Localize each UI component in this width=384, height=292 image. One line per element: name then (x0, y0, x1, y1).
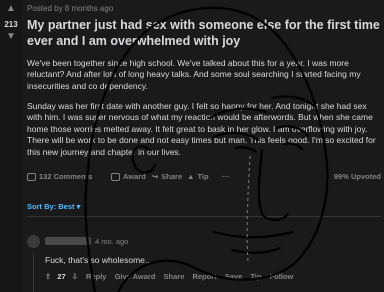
share-button[interactable]: ↪ Share (152, 172, 182, 181)
award-label: Award (123, 172, 146, 181)
comment-icon (27, 172, 36, 181)
report-button[interactable]: Report (192, 272, 216, 281)
save-button[interactable]: Save (225, 272, 243, 281)
upvote-arrow-icon[interactable]: ▲ (4, 4, 18, 14)
comment-timestamp: 4 mo. ago (95, 237, 129, 246)
award-button[interactable]: Award (111, 172, 146, 181)
redacted-username (45, 237, 91, 245)
downvote-arrow-icon[interactable]: ▼ (4, 32, 18, 42)
post-paragraph: Sunday was her first date with another g… (27, 101, 376, 157)
sort-dropdown[interactable]: Sort By: Best ▾ (27, 202, 80, 211)
post-title[interactable]: My partner just had sex with someone els… (27, 17, 381, 49)
post-meta: Posted by 8 months ago (27, 4, 114, 13)
award-icon (111, 172, 120, 181)
reply-button[interactable]: Reply (86, 272, 106, 281)
comments-label: 132 Comments (39, 172, 93, 181)
share-label: Share (161, 172, 183, 181)
share-icon: ↪ (152, 172, 159, 181)
comment-share-button[interactable]: Share (164, 272, 185, 281)
tip-icon: ▲ (187, 172, 195, 181)
divider (27, 216, 381, 217)
comment-score: 27 (57, 272, 66, 281)
post-paragraph: We've been together since high school. W… (27, 58, 361, 91)
comment-text: Fuck, that's so wholesome... (45, 255, 152, 265)
post: Posted by 8 months ago My partner just h… (27, 0, 381, 292)
post-actions: 132 Comments Award ↪ Share ▲ Tip ··· 99%… (27, 172, 381, 186)
comment-downvote-icon[interactable]: ⇩ (72, 272, 78, 281)
comment: 4 mo. ago Fuck, that's so wholesome... ⇧… (27, 228, 381, 292)
comment-upvote-icon[interactable]: ⇧ (45, 272, 51, 281)
more-options-button[interactable]: ··· (222, 172, 230, 181)
comment-tip-button[interactable]: Tip (250, 272, 261, 281)
comments-button[interactable]: 132 Comments (27, 172, 92, 181)
follow-button[interactable]: Follow (270, 272, 294, 281)
avatar[interactable] (27, 235, 40, 248)
comment-actions: ⇧ 27 ⇩ Reply Give Award Share Report Save … (45, 272, 299, 281)
vote-column: ▲ 213 ▼ (0, 0, 22, 292)
upvoted-percentage: 99% Upvoted (333, 172, 381, 181)
tip-button[interactable]: ▲ Tip (187, 172, 209, 181)
give-award-button[interactable]: Give Award (115, 272, 156, 281)
tip-label: Tip (197, 172, 209, 181)
post-score: 213 (4, 20, 18, 29)
thread-line[interactable] (33, 252, 34, 292)
